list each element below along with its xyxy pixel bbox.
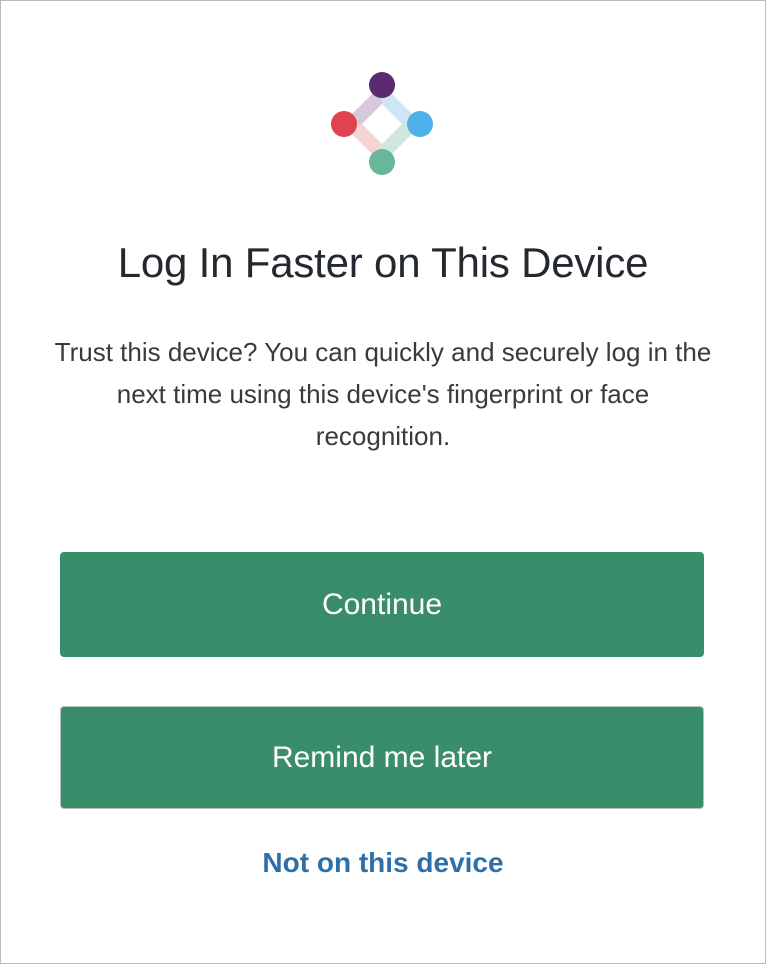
continue-button[interactable]: Continue <box>60 552 704 657</box>
app-logo <box>329 71 435 177</box>
trusted-device-logo-icon <box>331 72 433 175</box>
not-on-this-device-link[interactable]: Not on this device <box>1 841 765 885</box>
description-text: Trust this device? You can quickly and s… <box>54 337 712 451</box>
trust-device-dialog: Log In Faster on This Device Trust this … <box>0 0 766 964</box>
remind-me-later-button[interactable]: Remind me later <box>60 706 704 809</box>
page-title: Log In Faster on This Device <box>117 239 649 286</box>
